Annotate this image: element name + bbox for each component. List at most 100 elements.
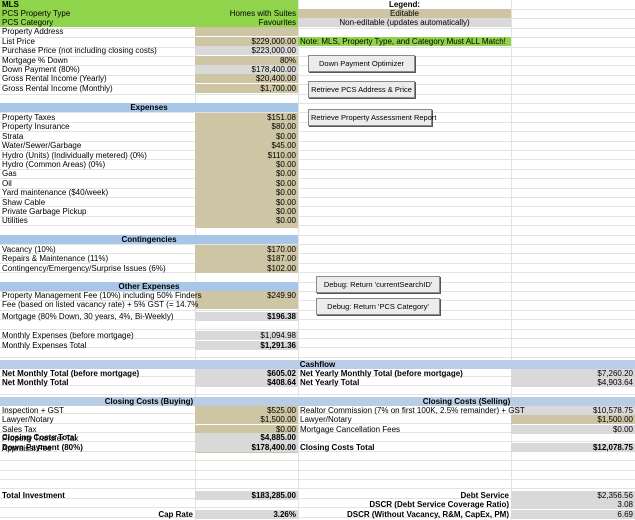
grid-row-line xyxy=(0,394,635,395)
monthly-before-label: Monthly Expenses (before mortgage) xyxy=(2,331,134,340)
legend-editable: Editable xyxy=(298,9,511,18)
pm-fee-label-line1: Property Management Fee (10%) including … xyxy=(2,291,202,300)
basic-value[interactable]: $1,700.00 xyxy=(195,84,296,93)
dscr-value: 3.08 xyxy=(511,500,635,509)
closing-selling-value[interactable]: $1,500.00 xyxy=(511,415,633,424)
address-input[interactable] xyxy=(195,27,298,36)
cashflow-yearly-label: Net Yearly Total xyxy=(300,378,360,388)
debug-pcs-category-button[interactable]: Debug: Return 'PCS Category' xyxy=(316,298,440,315)
cashflow-yearly-value: $4,903.64 xyxy=(511,378,635,388)
grid-row-line xyxy=(0,460,635,461)
expense-value[interactable]: $0.00 xyxy=(195,132,296,141)
grid-row-line xyxy=(0,169,635,170)
grid-row-line xyxy=(0,329,635,330)
mortgage-value: $196.38 xyxy=(195,312,298,321)
basic-value[interactable]: $20,400.00 xyxy=(195,74,296,83)
contingencies-header: Contingencies xyxy=(0,235,298,244)
expense-label: Hydro (Units) (Individually metered) (0%… xyxy=(2,150,147,160)
grid-row-line xyxy=(0,28,635,29)
grid-row-line xyxy=(0,488,635,489)
basic-label: Down Payment (80%) xyxy=(2,64,80,74)
expense-value[interactable]: $0.00 xyxy=(195,169,296,178)
property-type-value[interactable]: Homes with Suites xyxy=(150,9,296,18)
contingency-value[interactable]: $102.00 xyxy=(195,264,296,273)
closing-selling-label: Lawyer/Notary xyxy=(300,415,352,425)
closing-buying-value[interactable]: $525.00 xyxy=(195,406,296,415)
grid-row-line xyxy=(0,470,635,471)
total-investment-label: Total Investment xyxy=(2,491,65,500)
expense-label: Property Taxes xyxy=(2,113,56,122)
expense-label: Shaw Cable xyxy=(2,197,46,207)
basic-label: Gross Rental Income (Monthly) xyxy=(2,83,113,93)
closing-selling-total-label: Closing Costs Total xyxy=(300,443,375,452)
basic-value: $223,000.00 xyxy=(251,46,297,56)
legend-title: Legend: xyxy=(388,0,421,9)
expense-label: Gas xyxy=(2,169,17,179)
dscr-label: DSCR (Debt Service Coverage Ratio) xyxy=(369,500,509,509)
debug-current-search-id-button[interactable]: Debug: Return 'currentSearchID' xyxy=(316,276,440,293)
closing-buying-label: Inspection + GST xyxy=(2,406,65,415)
expense-label: Strata xyxy=(2,131,24,141)
legend-note: Note: MLS, Property Type, and Category M… xyxy=(298,37,511,46)
basic-value: $178,400.00 xyxy=(251,64,297,74)
down-payment-optimizer-button[interactable]: Down Payment Optimizer xyxy=(308,55,415,72)
expense-value[interactable]: $151.08 xyxy=(195,113,296,122)
closing-buying-label: Lawyer/Notary xyxy=(2,415,54,425)
expenses-header: Expenses xyxy=(0,103,298,112)
retrieve-assessment-report-button[interactable]: Retrieve Property Assessment Report xyxy=(308,109,436,126)
grid-row-line xyxy=(0,479,635,480)
grid-row-line xyxy=(0,347,635,348)
basic-label: Gross Rental Income (Yearly) xyxy=(2,74,107,84)
debt-service-value: $2,356.56 xyxy=(511,491,635,500)
cashflow-value: $408.64 xyxy=(195,378,298,388)
expense-label: Private Garbage Pickup xyxy=(2,207,87,216)
monthly-total-label: Monthly Expenses Total xyxy=(2,341,87,350)
mortgage-label: Mortgage (80% Down, 30 years, 4%, Bi-Wee… xyxy=(2,312,174,321)
grid-col-line xyxy=(511,0,512,520)
basic-value[interactable]: $229,000.00 xyxy=(195,37,297,46)
closing-selling-value: $0.00 xyxy=(612,424,633,434)
contingency-label: Repairs & Maintenance (11%) xyxy=(2,254,109,264)
down-payment-value: $178,400.00 xyxy=(195,443,298,452)
basic-label: List Price xyxy=(2,37,35,46)
closing-selling-total-value: $12,078.75 xyxy=(511,443,635,452)
basic-label: Mortgage % Down xyxy=(2,55,68,65)
cap-rate-value: 3.26% xyxy=(195,510,298,519)
expense-value[interactable]: $80.00 xyxy=(195,122,296,131)
basic-label: Purchase Price (not including closing co… xyxy=(2,46,157,56)
grid-row-line xyxy=(0,357,635,358)
expense-value[interactable]: $0.00 xyxy=(195,160,296,169)
closing-selling-label: Mortgage Cancellation Fees xyxy=(300,424,401,434)
dscr-without-value: 6.69 xyxy=(511,510,635,519)
expense-value[interactable]: $0.00 xyxy=(195,216,296,225)
closing-buying-total-label: Closing Costs Total xyxy=(2,433,77,442)
down-payment-label: Down Payment (80%) xyxy=(2,443,83,452)
expense-value[interactable]: $0.00 xyxy=(195,188,296,197)
retrieve-address-price-button[interactable]: Retrieve PCS Address & Price xyxy=(308,81,415,98)
pm-fee-label-line2: Fee (based on listed vacancy rate) + 5% … xyxy=(2,300,199,309)
contingency-value[interactable]: $170.00 xyxy=(195,245,296,254)
basic-value[interactable]: 80% xyxy=(195,56,296,65)
grid-col-line xyxy=(298,0,299,520)
monthly-before-value: $1,094.98 xyxy=(195,331,298,340)
expense-label: Water/Sewer/Garbage xyxy=(2,141,82,151)
closing-selling-header: Closing Costs (Selling) xyxy=(298,397,635,406)
expense-label: Hydro (Common Areas) (0%) xyxy=(2,160,106,169)
closing-buying-value[interactable]: $1,500.00 xyxy=(195,415,296,424)
grid-row-line xyxy=(0,206,635,207)
dscr-without-label: DSCR (Without Vacancy, R&M, CapEx, PM) xyxy=(346,510,509,519)
debt-service-label: Debt Service xyxy=(460,491,509,500)
expense-value[interactable]: $45.00 xyxy=(195,141,296,150)
closing-buying-total-value: $4,885.00 xyxy=(195,433,298,442)
contingency-value[interactable]: $187.00 xyxy=(195,254,296,263)
other-expenses-header: Other Expenses xyxy=(0,282,298,291)
pm-fee-value[interactable]: $249.90 xyxy=(195,291,296,300)
expense-value[interactable]: $0.00 xyxy=(195,198,296,207)
expense-value[interactable]: $0.00 xyxy=(195,207,296,216)
category-value[interactable]: Favourites xyxy=(150,18,296,27)
expense-value[interactable]: $110.00 xyxy=(195,151,296,160)
expense-label: Yard maintenance ($40/week) xyxy=(2,188,109,198)
expense-value[interactable]: $0.00 xyxy=(195,179,296,188)
grid-row-line xyxy=(0,244,635,245)
grid-row-line xyxy=(0,216,635,217)
